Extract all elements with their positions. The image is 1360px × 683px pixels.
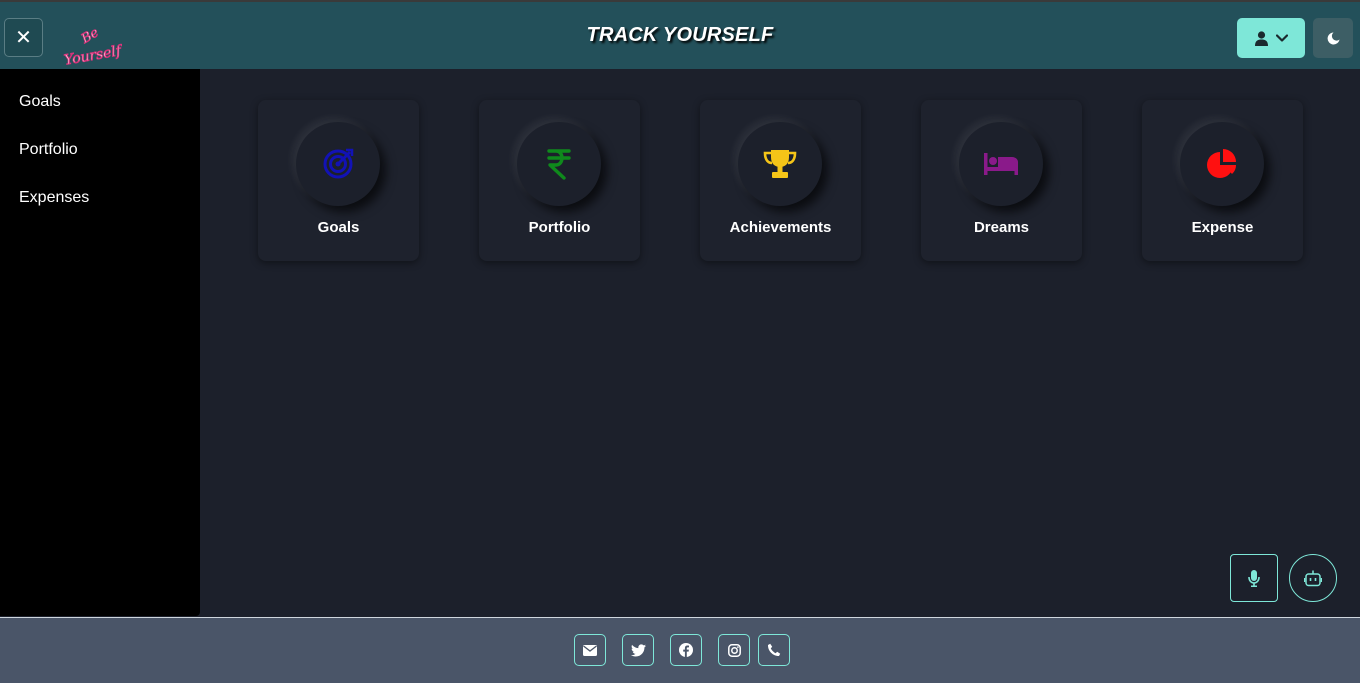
user-icon xyxy=(1254,30,1268,46)
target-icon xyxy=(323,148,354,179)
instagram-link[interactable] xyxy=(718,634,750,666)
card-dreams[interactable]: Dreams xyxy=(921,100,1082,261)
robot-icon xyxy=(1304,570,1322,586)
card-label: Dreams xyxy=(973,219,1030,236)
envelope-icon xyxy=(583,644,597,656)
card-icon-circle xyxy=(738,122,822,206)
card-label: Expense xyxy=(1191,219,1254,236)
card-achievements[interactable]: Achievements xyxy=(700,100,861,261)
card-label: Achievements xyxy=(729,219,832,236)
sidebar: Goals Portfolio Expenses xyxy=(0,69,200,616)
card-label: Portfolio xyxy=(528,219,591,236)
card-icon-circle xyxy=(959,122,1043,206)
card-portfolio[interactable]: Portfolio xyxy=(479,100,640,261)
twitter-link[interactable] xyxy=(622,634,654,666)
sidebar-item-expenses[interactable]: Expenses xyxy=(19,189,89,207)
user-menu-button[interactable] xyxy=(1237,18,1305,58)
voice-input-button[interactable] xyxy=(1230,554,1278,602)
card-icon-circle xyxy=(517,122,601,206)
card-expense[interactable]: Expense xyxy=(1142,100,1303,261)
bed-icon xyxy=(984,153,1018,175)
card-icon-circle xyxy=(296,122,380,206)
theme-toggle-button[interactable] xyxy=(1313,18,1353,58)
moon-icon xyxy=(1327,32,1339,44)
sidebar-item-goals[interactable]: Goals xyxy=(19,93,61,111)
sidebar-item-portfolio[interactable]: Portfolio xyxy=(19,141,78,159)
facebook-link[interactable] xyxy=(670,634,702,666)
rupee-icon xyxy=(547,149,571,180)
app-title: TRACK YOURSELF xyxy=(586,24,774,46)
instagram-icon xyxy=(727,643,741,657)
top-navbar: ✕ Be Yourself TRACK YOURSELF xyxy=(0,0,1360,69)
card-goals[interactable]: Goals xyxy=(258,100,419,261)
pie-chart-icon xyxy=(1207,149,1237,178)
chevron-down-icon xyxy=(1275,34,1288,42)
twitter-icon xyxy=(630,643,646,656)
chatbot-button[interactable] xyxy=(1289,554,1337,602)
microphone-icon xyxy=(1248,569,1260,587)
phone-link[interactable] xyxy=(758,634,790,666)
facebook-icon xyxy=(679,643,693,657)
email-link[interactable] xyxy=(574,634,606,666)
trophy-icon xyxy=(763,150,797,178)
card-icon-circle xyxy=(1180,122,1264,206)
card-label: Goals xyxy=(317,219,360,236)
footer xyxy=(0,617,1360,683)
phone-icon xyxy=(767,643,781,657)
